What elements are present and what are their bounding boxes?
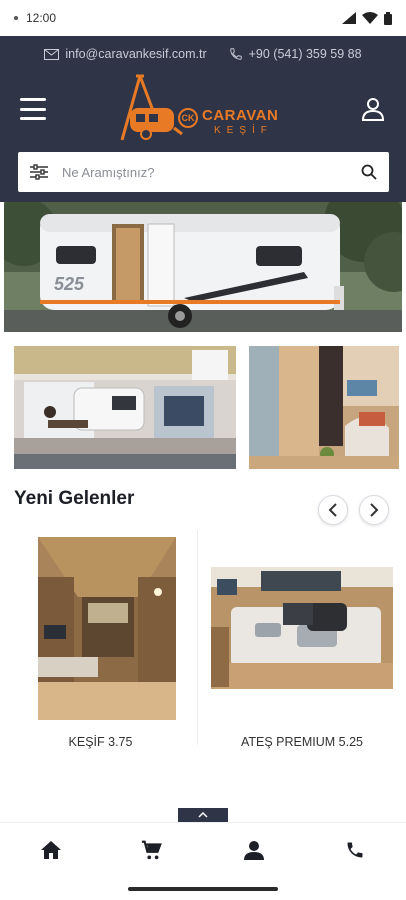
home-icon: [40, 840, 61, 859]
promo-card-interior[interactable]: [249, 346, 399, 469]
filter-sliders-icon[interactable]: [30, 164, 48, 180]
search-icon[interactable]: [361, 164, 377, 180]
logo-ck-mark: CK: [178, 108, 198, 128]
nav-home[interactable]: [31, 830, 71, 870]
header: CK CARAVAN KEŞİF: [0, 72, 406, 202]
battery-icon: [384, 11, 392, 25]
search-input[interactable]: [62, 164, 361, 180]
contact-email-text: info@caravankesif.com.tr: [65, 47, 207, 61]
nav-call[interactable]: [335, 830, 375, 870]
user-icon: [243, 840, 264, 860]
product-name: KEŞİF 3.75: [68, 735, 133, 749]
phone-outline-icon: [229, 48, 242, 60]
cart-icon: [142, 840, 163, 859]
chevron-right-icon: [370, 503, 379, 517]
status-bar: 12:00: [0, 0, 406, 36]
product-card[interactable]: ATEŞ PREMIUM 5.25: [205, 530, 399, 749]
hero-caravan-image: 525: [4, 202, 402, 332]
section-title-new-arrivals: Yeni Gelenler: [14, 488, 135, 509]
promo-exhibition-image: [14, 346, 236, 469]
tent-caravan-logo-icon: [120, 74, 183, 141]
nav-cart[interactable]: [132, 830, 172, 870]
home-indicator[interactable]: [128, 887, 278, 891]
contact-phone[interactable]: +90 (541) 359 59 88: [229, 47, 362, 61]
promo-interior-image: [249, 346, 399, 469]
product-card[interactable]: KEŞİF 3.75: [4, 530, 198, 749]
menu-button[interactable]: [20, 98, 46, 120]
logo-brand-text: CARAVAN: [202, 107, 279, 124]
account-button[interactable]: [360, 96, 386, 122]
product-image: [211, 567, 393, 689]
wifi-icon: [362, 12, 378, 24]
user-outline-icon: [361, 98, 385, 121]
status-time: 12:00: [26, 11, 57, 25]
svg-text:525: 525: [54, 274, 85, 294]
promo-card-exhibition[interactable]: [14, 346, 236, 469]
nav-account[interactable]: [234, 830, 274, 870]
logo-sub-text: KEŞİF: [214, 125, 273, 136]
signal-icon: [342, 12, 356, 24]
mail-icon: [44, 48, 60, 60]
scroll-to-top-button[interactable]: [178, 808, 228, 822]
brand-logo[interactable]: CK CARAVAN KEŞİF: [116, 74, 296, 146]
product-name: ATEŞ PREMIUM 5.25: [240, 735, 364, 749]
contact-email[interactable]: info@caravankesif.com.tr: [44, 47, 207, 61]
carousel-prev-button[interactable]: [318, 495, 348, 525]
contact-bar: info@caravankesif.com.tr +90 (541) 359 5…: [0, 36, 406, 72]
chevron-left-icon: [328, 503, 337, 517]
carousel-next-button[interactable]: [359, 495, 389, 525]
notification-dot-icon: [14, 16, 18, 20]
product-image: [38, 537, 176, 720]
search-bar: [18, 152, 389, 192]
phone-icon: [347, 842, 363, 857]
bottom-navigation: [0, 822, 406, 876]
hero-banner[interactable]: 525: [4, 202, 402, 332]
contact-phone-text: +90 (541) 359 59 88: [248, 47, 362, 61]
chevron-up-icon: [198, 812, 208, 818]
